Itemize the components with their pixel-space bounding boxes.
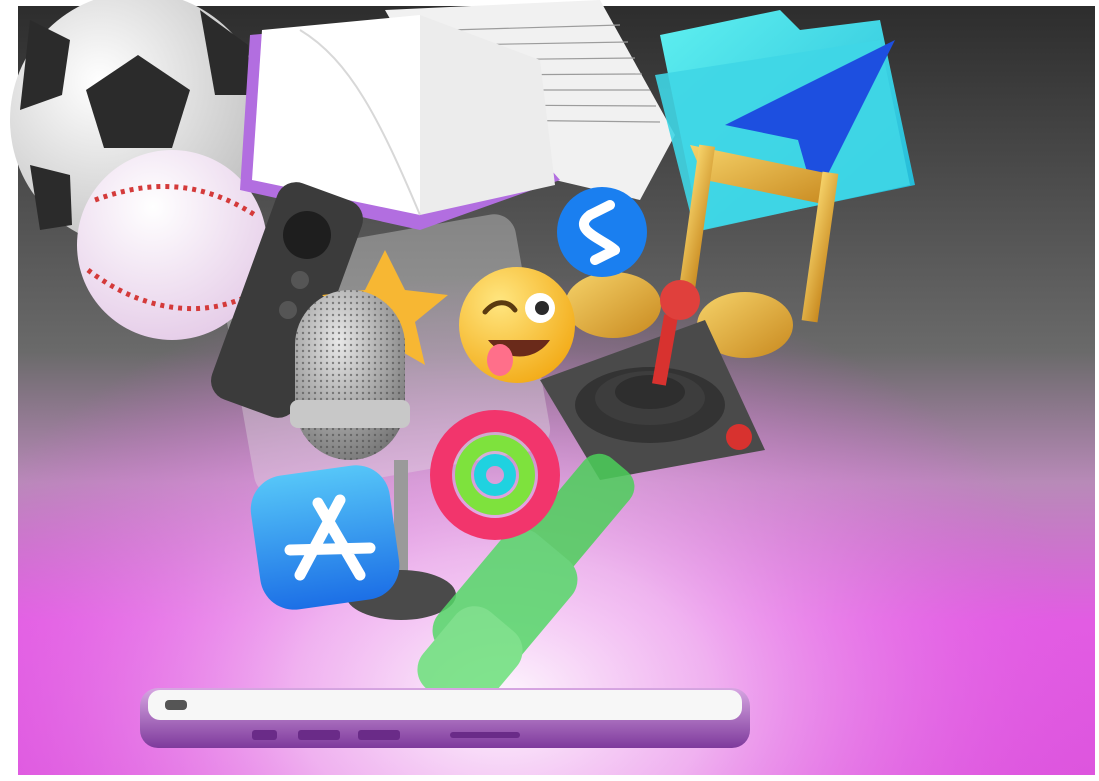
scene [0,0,1099,781]
illustration [0,0,1099,781]
smartphone [140,688,750,748]
app-store-icon [250,465,400,610]
shazam-logo [557,187,647,277]
winking-emoji [459,267,575,383]
